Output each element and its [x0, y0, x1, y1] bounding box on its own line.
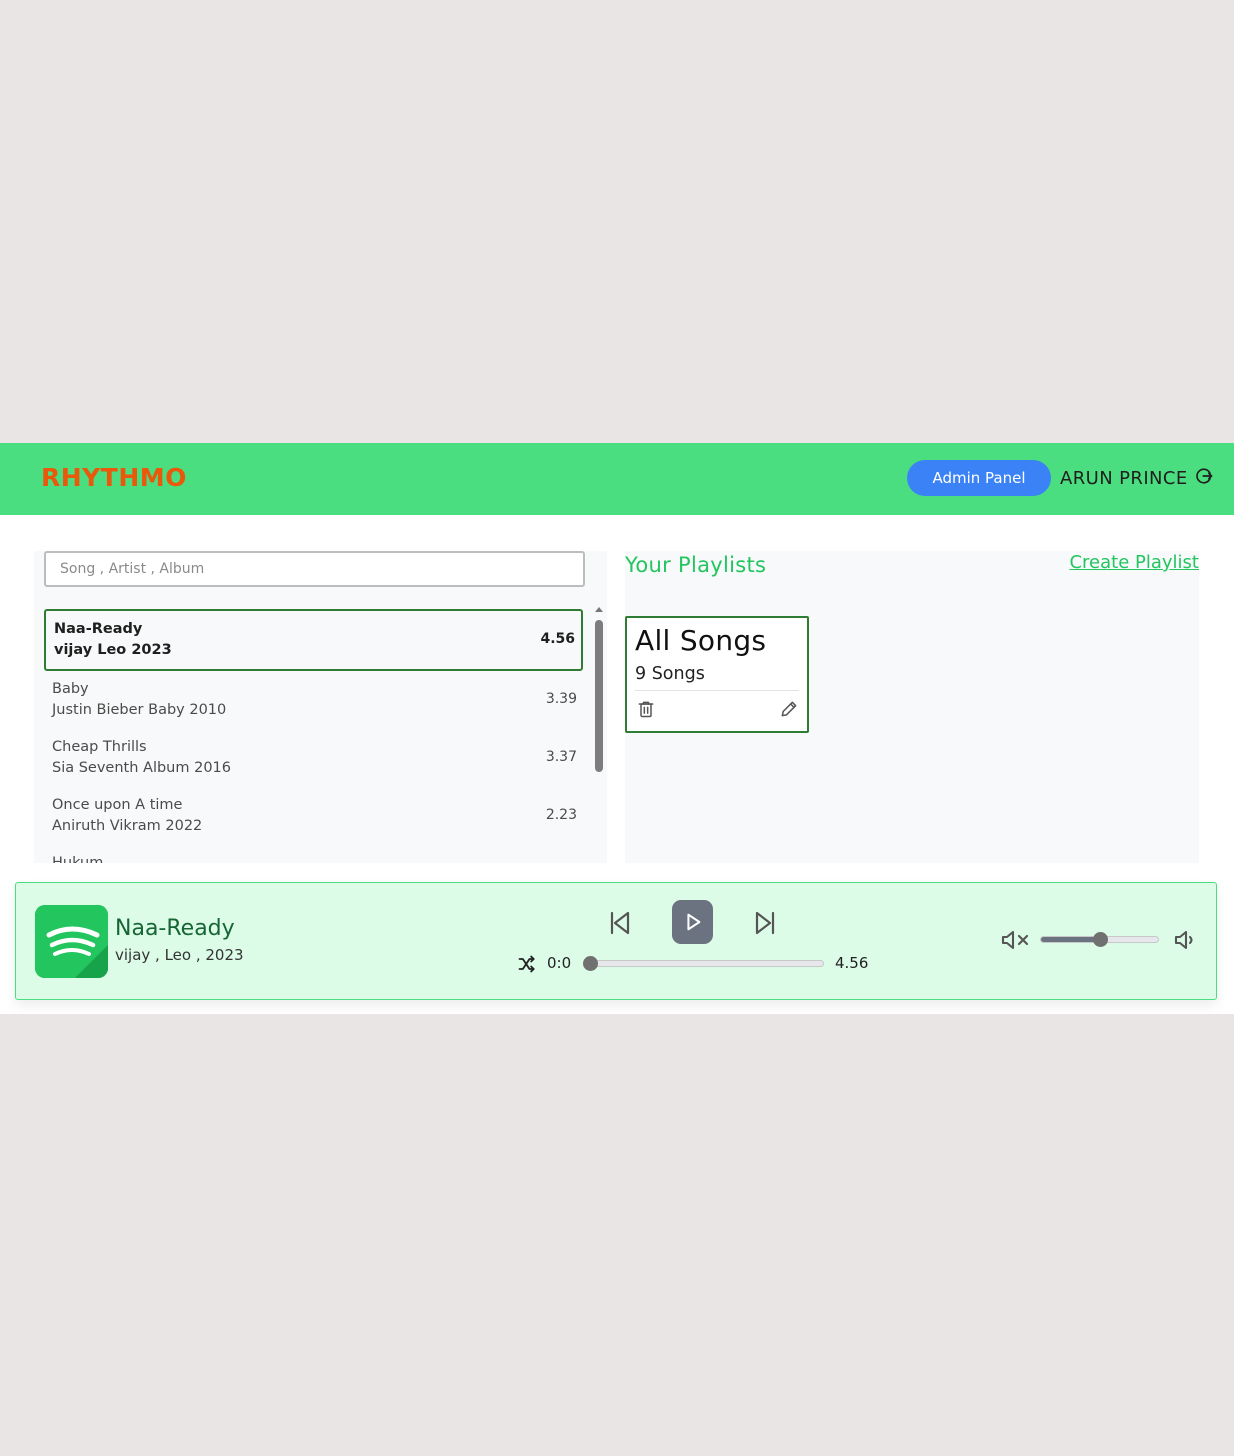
- now-playing-title: Naa-Ready: [115, 916, 235, 941]
- song-duration: 3.39: [545, 691, 577, 707]
- playlists-heading: Your Playlists: [625, 553, 767, 577]
- song-item[interactable]: Baby Justin Bieber Baby 2010 3.39: [44, 671, 583, 729]
- admin-panel-button[interactable]: Admin Panel: [907, 460, 1051, 496]
- song-meta: Justin Bieber Baby 2010: [52, 702, 227, 718]
- brand-logo[interactable]: RHYTHMO: [41, 463, 187, 492]
- song-duration: 3.37: [545, 749, 577, 765]
- play-button[interactable]: [672, 900, 713, 944]
- song-meta: Sia Seventh Album 2016: [52, 760, 232, 776]
- total-time: 4.56: [835, 954, 869, 972]
- song-list: Naa-Ready vijay Leo 2023 4.56 Baby Justi…: [44, 609, 583, 863]
- scrollbar-thumb[interactable]: [595, 620, 603, 772]
- user-name: ARUN PRINCE: [1060, 468, 1188, 489]
- song-item[interactable]: Once upon A time Aniruth Vikram 2022 2.2…: [44, 787, 583, 845]
- song-title: Cheap Thrills: [52, 739, 147, 755]
- current-time: 0:0: [547, 954, 572, 972]
- playlists-panel: Your Playlists Create Playlist All Songs…: [625, 551, 1199, 863]
- progress-slider[interactable]: [583, 956, 824, 971]
- create-playlist-link[interactable]: Create Playlist: [1069, 552, 1199, 573]
- song-title: Baby: [52, 681, 89, 697]
- now-playing-subtitle: vijay , Leo , 2023: [115, 946, 244, 964]
- song-duration: 4.56: [540, 631, 575, 647]
- progress-knob[interactable]: [583, 956, 598, 971]
- song-title: Hukum: [52, 855, 104, 863]
- song-meta: Aniruth Vikram 2022: [52, 818, 203, 834]
- volume-knob[interactable]: [1092, 932, 1108, 947]
- mute-icon[interactable]: [1000, 929, 1030, 951]
- song-title: Once upon A time: [52, 797, 183, 813]
- song-item[interactable]: Naa-Ready vijay Leo 2023 4.56: [44, 609, 583, 671]
- songs-panel: Naa-Ready vijay Leo 2023 4.56 Baby Justi…: [34, 551, 607, 863]
- playlist-name: All Songs: [635, 624, 767, 657]
- player-bar: Naa-Ready vijay , Leo , 2023 0:0 4.56: [15, 882, 1217, 1000]
- volume-fill: [1041, 937, 1100, 942]
- app-window: RHYTHMO Admin Panel ARUN PRINCE Naa-Read…: [0, 443, 1234, 1014]
- volume-up-icon[interactable]: [1173, 929, 1197, 951]
- song-list-scrollbar[interactable]: [594, 607, 603, 863]
- song-meta: vijay Leo 2023: [54, 642, 172, 658]
- trash-icon[interactable]: [636, 699, 656, 719]
- card-divider: [635, 690, 799, 691]
- pencil-icon[interactable]: [779, 699, 799, 719]
- previous-track-icon[interactable]: [608, 910, 632, 936]
- playlist-card[interactable]: All Songs 9 Songs: [625, 616, 809, 733]
- playlist-song-count: 9 Songs: [635, 664, 705, 684]
- user-menu[interactable]: ARUN PRINCE: [1060, 467, 1213, 490]
- volume-slider[interactable]: [1040, 932, 1159, 947]
- search-input[interactable]: [44, 551, 585, 587]
- shuffle-icon[interactable]: [517, 954, 537, 974]
- navbar: RHYTHMO Admin Panel ARUN PRINCE: [0, 443, 1234, 515]
- song-title: Naa-Ready: [54, 621, 143, 637]
- logout-icon[interactable]: [1195, 467, 1213, 490]
- scroll-up-arrow-icon[interactable]: [595, 607, 603, 612]
- next-track-icon[interactable]: [753, 910, 777, 936]
- album-cover-spotify-icon: [35, 905, 108, 978]
- song-item[interactable]: Hukum: [44, 845, 583, 863]
- song-duration: 2.23: [545, 807, 577, 823]
- song-item[interactable]: Cheap Thrills Sia Seventh Album 2016 3.3…: [44, 729, 583, 787]
